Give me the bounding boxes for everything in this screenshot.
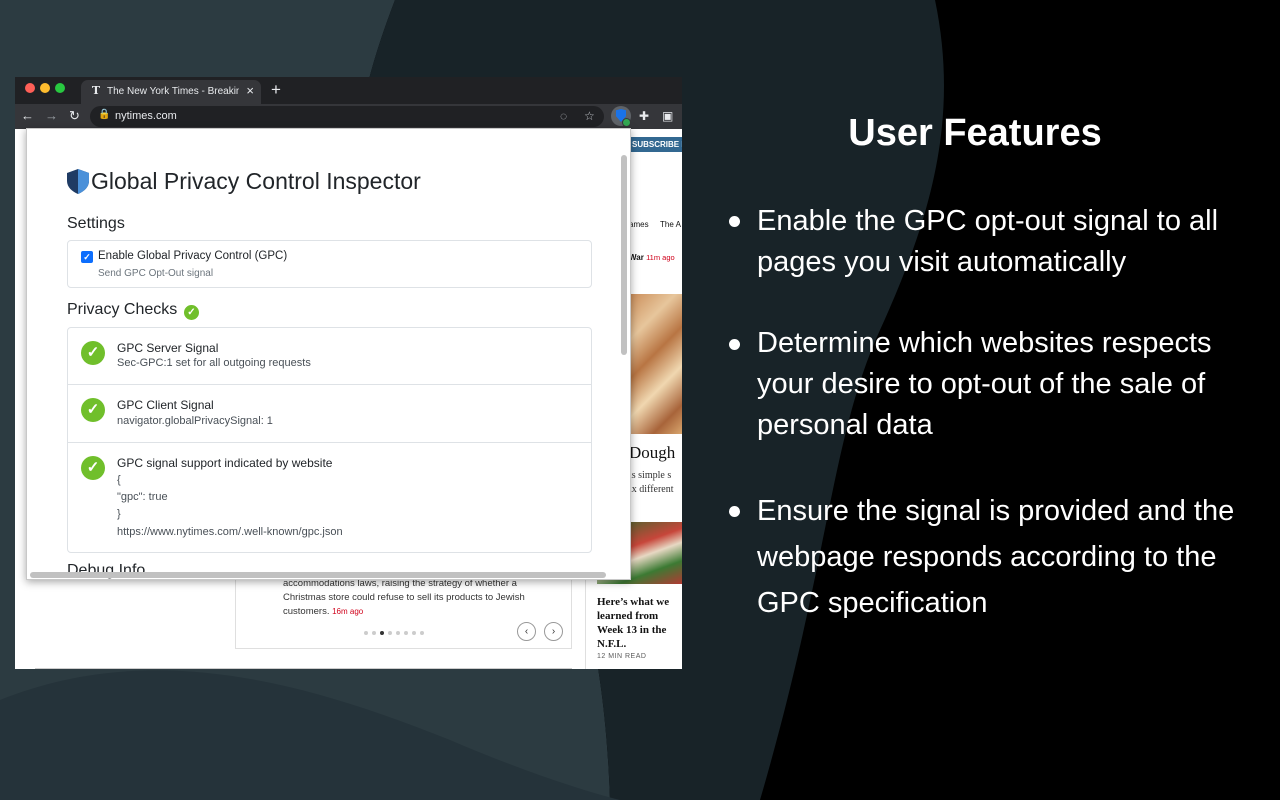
- carousel-dot[interactable]: [388, 631, 392, 635]
- gpc-extension-button[interactable]: [611, 106, 631, 127]
- carousel-next-button[interactable]: ›: [544, 622, 563, 641]
- settings-card: ✓ Enable Global Privacy Control (GPC) Se…: [67, 240, 592, 288]
- reload-icon[interactable]: ↻: [69, 107, 80, 125]
- tab-strip: T The New York Times - Breaking × +: [15, 77, 682, 104]
- dough-summary-line: ix different: [629, 484, 674, 495]
- gpc-json-line: "gpc": true: [117, 491, 168, 503]
- bullet-icon: [729, 506, 740, 517]
- vertical-scrollbar[interactable]: [621, 155, 627, 355]
- privacy-checks-ok-icon: ✓: [184, 305, 199, 320]
- privacy-checks-heading: Privacy Checks: [67, 301, 177, 319]
- section-divider: [35, 668, 572, 669]
- forward-arrow-icon[interactable]: →: [45, 107, 58, 125]
- feature-item: Enable the GPC opt-out signal to all pag…: [757, 205, 1219, 278]
- settings-heading: Settings: [67, 215, 125, 232]
- nav-link-athletic[interactable]: The A: [660, 220, 681, 229]
- extensions-puzzle-icon[interactable]: ✚: [639, 107, 649, 125]
- browser-toolbar: ← → ↻ 🔒 nytimes.com ◌ ☆ ✚ ▣: [15, 104, 682, 129]
- eye-off-icon[interactable]: ◌: [560, 108, 567, 124]
- gpc-enable-label[interactable]: Enable Global Privacy Control (GPC): [98, 250, 287, 262]
- tab-close-icon[interactable]: ×: [246, 83, 254, 99]
- horizontal-scrollbar[interactable]: [30, 572, 606, 578]
- carousel-card-text[interactable]: accommodations laws, raising the strateg…: [283, 577, 553, 619]
- back-arrow-icon[interactable]: ←: [21, 107, 34, 125]
- gpc-inspector-popup: Global Privacy Control Inspector Setting…: [26, 128, 631, 580]
- url-text[interactable]: nytimes.com: [115, 110, 177, 122]
- check-pass-icon: ✓: [81, 341, 105, 365]
- check-title: GPC signal support indicated by website: [117, 456, 333, 470]
- gpc-status-check-icon: [622, 118, 631, 127]
- live-war-headline[interactable]: War 11m ago: [629, 253, 675, 262]
- maximize-window-button[interactable]: [55, 83, 65, 93]
- nav-link-games[interactable]: ames: [629, 220, 649, 229]
- subscribe-button[interactable]: SUBSCRIBE FOR: [627, 137, 682, 152]
- features-title: User Features: [848, 112, 1102, 154]
- nyt-favicon-icon: T: [91, 84, 101, 97]
- dough-headline[interactable]: Dough: [629, 443, 675, 463]
- carousel-dot[interactable]: [404, 631, 408, 635]
- side-panel-icon[interactable]: ▣: [662, 107, 673, 125]
- minimize-window-button[interactable]: [40, 83, 50, 93]
- gpc-json-url[interactable]: https://www.nytimes.com/.well-known/gpc.…: [117, 526, 343, 538]
- war-timestamp: 11m ago: [646, 253, 675, 262]
- gpc-enable-description: Send GPC Opt-Out signal: [98, 268, 214, 279]
- gpc-json-line: }: [117, 508, 121, 520]
- check-desc: Sec-GPC:1 set for all outgoing requests: [117, 357, 311, 369]
- check-desc: navigator.globalPrivacySignal: 1: [117, 415, 273, 427]
- war-label: War: [629, 253, 644, 262]
- address-bar[interactable]: 🔒 nytimes.com ◌ ☆: [90, 106, 604, 127]
- carousel-card-line: Christmas store could refuse to sell its…: [283, 592, 525, 603]
- check-item-client-signal: ✓ GPC Client Signal navigator.globalPriv…: [68, 385, 591, 443]
- bullet-icon: [729, 216, 740, 227]
- gpc-enable-checkbox[interactable]: ✓: [81, 251, 93, 263]
- carousel-dot[interactable]: [396, 631, 400, 635]
- column-divider: [585, 579, 586, 669]
- gpc-json-line: {: [117, 474, 121, 486]
- check-title: GPC Client Signal: [117, 398, 214, 412]
- dough-summary-line: is simple s: [629, 470, 672, 481]
- carousel-dot-active[interactable]: [380, 631, 384, 635]
- feature-item: Determine which websites respects your d…: [757, 327, 1212, 441]
- carousel-dot[interactable]: [364, 631, 368, 635]
- carousel-dot[interactable]: [420, 631, 424, 635]
- tab-title: The New York Times - Breaking: [107, 86, 239, 97]
- carousel-card-line: customers.: [283, 606, 330, 617]
- check-title: GPC Server Signal: [117, 341, 219, 355]
- carousel-card-timestamp: 16m ago: [332, 607, 364, 616]
- dough-summary: is simple s ix different: [629, 469, 674, 497]
- popup-title: Global Privacy Control Inspector: [91, 168, 421, 194]
- carousel-card-line-3: customers. 16m ago: [283, 605, 553, 619]
- carousel-dot[interactable]: [412, 631, 416, 635]
- close-window-button[interactable]: [25, 83, 35, 93]
- tab-nytimes[interactable]: T The New York Times - Breaking ×: [81, 80, 261, 104]
- check-pass-icon: ✓: [81, 456, 105, 480]
- nfl-headline[interactable]: Here’s what we learned from Week 13 in t…: [597, 595, 682, 651]
- shield-logo-icon: [67, 169, 89, 194]
- check-item-website-support: ✓ GPC signal support indicated by websit…: [68, 443, 591, 553]
- carousel-dot[interactable]: [372, 631, 376, 635]
- privacy-checks-label: Privacy Checks: [67, 301, 178, 318]
- bullet-icon: [729, 339, 740, 350]
- check-item-server-signal: ✓ GPC Server Signal Sec-GPC:1 set for al…: [68, 328, 591, 385]
- new-tab-button[interactable]: +: [271, 80, 281, 100]
- dough-photo[interactable]: [627, 294, 682, 434]
- nfl-read-time: 12 MIN READ: [597, 653, 647, 660]
- check-pass-icon: ✓: [81, 398, 105, 422]
- privacy-checks-list: ✓ GPC Server Signal Sec-GPC:1 set for al…: [67, 327, 592, 553]
- lock-icon: 🔒: [98, 109, 111, 120]
- bookmark-star-icon[interactable]: ☆: [584, 108, 595, 124]
- feature-item: Ensure the signal is provided and the we…: [757, 495, 1235, 619]
- carousel-prev-button[interactable]: ‹: [517, 622, 536, 641]
